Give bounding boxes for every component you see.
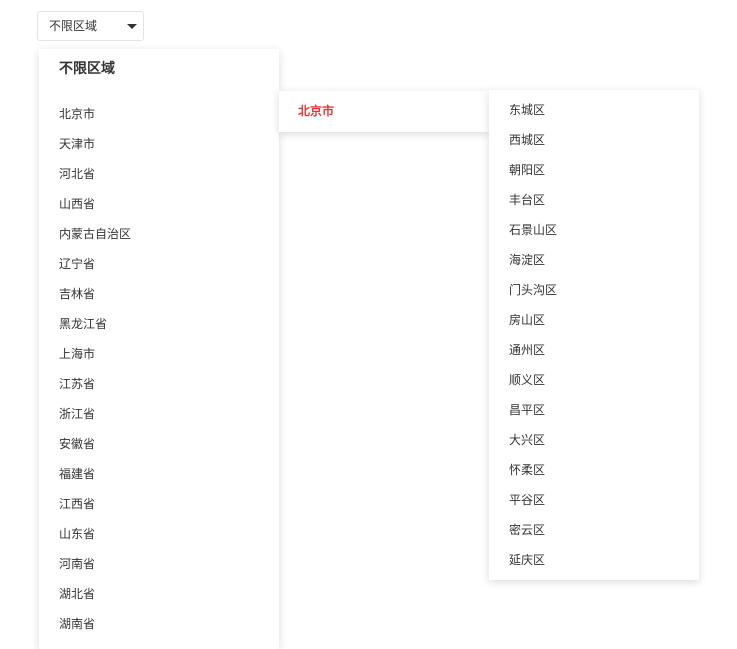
province-option[interactable]: 天津市	[39, 129, 279, 159]
province-option[interactable]: 浙江省	[39, 399, 279, 429]
province-option[interactable]: 吉林省	[39, 279, 279, 309]
district-option[interactable]: 房山区	[489, 305, 699, 335]
district-option[interactable]: 通州区	[489, 335, 699, 365]
district-dropdown-panel: 东城区 西城区 朝阳区 丰台区 石景山区 海淀区 门头沟区 房山区 通州区 顺义区 昌平区 大兴区 怀柔…	[489, 90, 699, 580]
any-region-option[interactable]: 不限区域	[59, 58, 115, 80]
district-option[interactable]: 门头沟区	[489, 275, 699, 305]
province-option[interactable]: 安徽省	[39, 429, 279, 459]
province-option[interactable]: 福建省	[39, 459, 279, 489]
district-option[interactable]: 昌平区	[489, 395, 699, 425]
district-option[interactable]: 丰台区	[489, 185, 699, 215]
province-option[interactable]: 辽宁省	[39, 249, 279, 279]
province-option[interactable]: 山西省	[39, 189, 279, 219]
city-option-selected[interactable]: 北京市	[298, 91, 334, 132]
district-option[interactable]: 海淀区	[489, 245, 699, 275]
province-dropdown-panel: 不限区域 北京市 天津市 河北省 山西省 内蒙古自治区 辽宁省 吉林省 黑龙江省 上海市 江苏省浙…	[39, 49, 279, 649]
district-option[interactable]: 延庆区	[489, 545, 699, 575]
district-option[interactable]: 朝阳区	[489, 155, 699, 185]
district-option[interactable]: 平谷区	[489, 485, 699, 515]
district-option[interactable]: 东城区	[489, 95, 699, 125]
region-selector-label: 不限区域	[49, 19, 98, 33]
caret-down-icon	[127, 24, 137, 29]
city-dropdown-panel: 北京市	[279, 91, 489, 132]
province-list: 北京市 天津市 河北省 山西省 内蒙古自治区 辽宁省 吉林省 黑龙江省 上海市 江苏省 浙江省 安徽省…	[39, 99, 279, 639]
province-option[interactable]: 河南省	[39, 549, 279, 579]
region-selector-button[interactable]: 不限区域	[37, 11, 144, 41]
district-option[interactable]: 顺义区	[489, 365, 699, 395]
district-option[interactable]: 石景山区	[489, 215, 699, 245]
province-option[interactable]: 山东省	[39, 519, 279, 549]
province-option[interactable]: 河北省	[39, 159, 279, 189]
district-option[interactable]: 怀柔区	[489, 455, 699, 485]
province-option[interactable]: 北京市	[39, 99, 279, 129]
province-option[interactable]: 湖北省	[39, 579, 279, 609]
district-option[interactable]: 大兴区	[489, 425, 699, 455]
province-option[interactable]: 内蒙古自治区	[39, 219, 279, 249]
district-list: 东城区 西城区 朝阳区 丰台区 石景山区 海淀区 门头沟区 房山区 通州区 顺义区 昌平区 大兴区 怀柔…	[489, 95, 699, 575]
province-option[interactable]: 上海市	[39, 339, 279, 369]
province-option[interactable]: 黑龙江省	[39, 309, 279, 339]
province-option[interactable]: 湖南省	[39, 609, 279, 639]
province-option[interactable]: 江西省	[39, 489, 279, 519]
district-option[interactable]: 密云区	[489, 515, 699, 545]
province-option[interactable]: 江苏省	[39, 369, 279, 399]
district-option[interactable]: 西城区	[489, 125, 699, 155]
